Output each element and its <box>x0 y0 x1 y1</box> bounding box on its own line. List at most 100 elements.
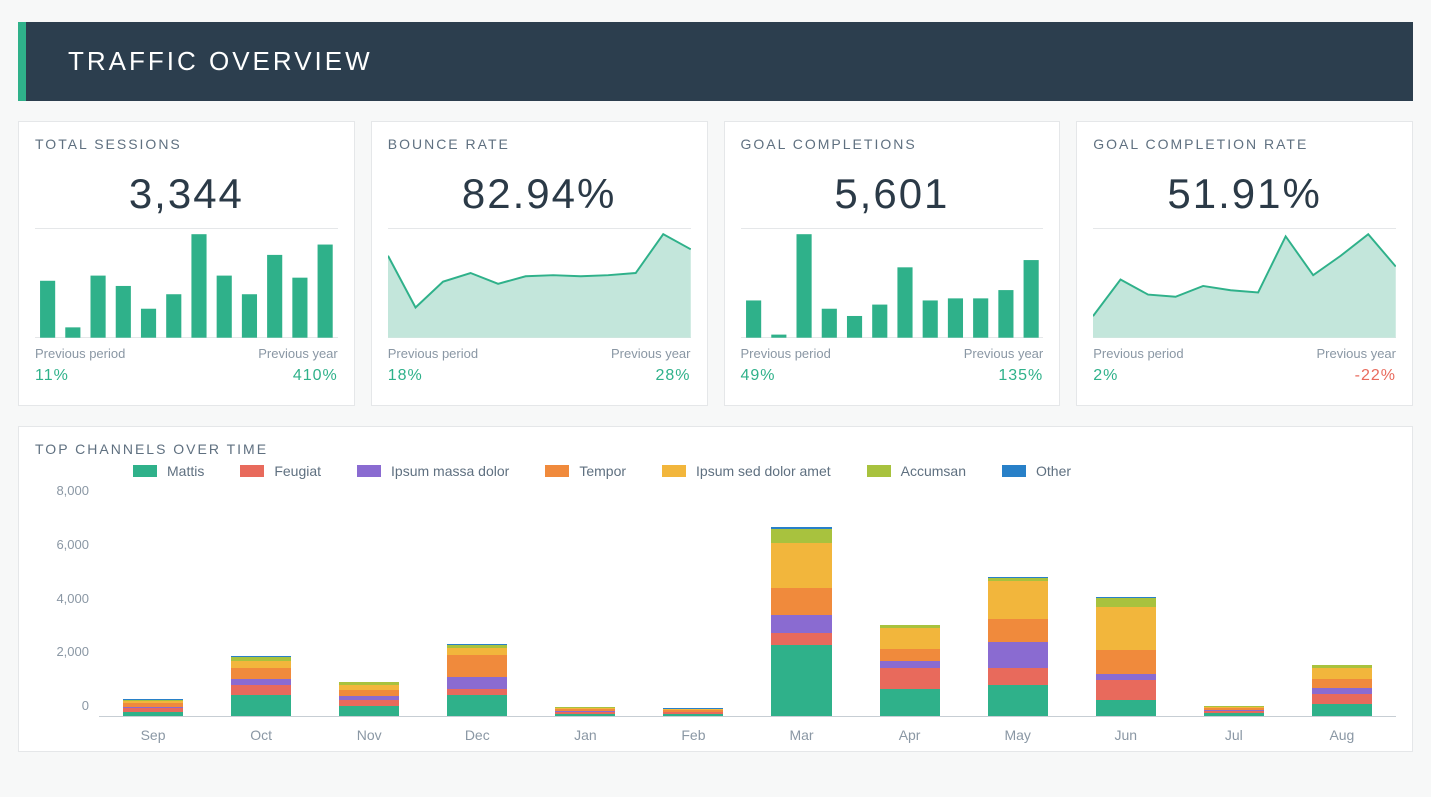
kpi-compare-row: Previous period2%Previous year-22% <box>1093 346 1396 385</box>
chart-bar-segment <box>555 714 615 716</box>
legend-label: Mattis <box>167 463 204 479</box>
legend-item[interactable]: Feugiat <box>240 463 321 479</box>
y-tick-label: 2,000 <box>35 644 89 659</box>
chart-bar-segment <box>231 668 291 678</box>
legend-item[interactable]: Mattis <box>133 463 204 479</box>
chart-bar-segment <box>663 714 723 716</box>
kpi-compare-row: Previous period49%Previous year135% <box>741 346 1044 385</box>
chart-bar-segment <box>1312 679 1372 688</box>
prev-year-value: 410% <box>258 367 337 385</box>
chart-bar-segment <box>447 677 507 689</box>
kpi-card: GOAL COMPLETIONS5,601Previous period49%P… <box>724 121 1061 406</box>
kpi-value: 51.91% <box>1093 170 1396 218</box>
chart-bar-segment <box>771 529 831 544</box>
kpi-title: TOTAL SESSIONS <box>35 136 338 152</box>
prev-year-value: 135% <box>964 367 1043 385</box>
legend-item[interactable]: Ipsum sed dolor amet <box>662 463 831 479</box>
chart-bar-segment <box>1312 694 1372 704</box>
prev-period-label: Previous period <box>741 346 831 361</box>
legend-label: Tempor <box>579 463 626 479</box>
chart-bar-segment <box>1096 598 1156 607</box>
prev-period-value: 11% <box>35 367 125 385</box>
kpi-card: TOTAL SESSIONS 3,344 Previous period11%Pre… <box>18 121 355 406</box>
x-tick-label: Dec <box>423 717 531 743</box>
kpi-card-row: TOTAL SESSIONS3,344Previous period11%Pre… <box>18 121 1413 406</box>
kpi-title: BOUNCE RATE <box>388 136 691 152</box>
legend-swatch <box>1002 465 1026 477</box>
legend-swatch <box>867 465 891 477</box>
chart-bar-segment <box>771 633 831 645</box>
chart-bar-segment <box>123 712 183 716</box>
chart-bar-segment <box>988 581 1048 620</box>
chart-bar-segment <box>1096 700 1156 716</box>
channels-panel: TOP CHANNELS OVER TIME Mattis Feugiat Ipsu… <box>18 426 1413 752</box>
prev-year-value: 28% <box>611 367 690 385</box>
chart-bar-segment <box>339 706 399 716</box>
legend-item[interactable]: Tempor <box>545 463 626 479</box>
chart-bar <box>315 479 423 716</box>
chart-bar <box>1288 479 1396 716</box>
x-tick-label: Sep <box>99 717 207 743</box>
x-tick-label: Nov <box>315 717 423 743</box>
legend-label: Ipsum massa dolor <box>391 463 509 479</box>
legend-item[interactable]: Other <box>1002 463 1071 479</box>
chart-bar-segment <box>447 655 507 677</box>
chart-bar-segment <box>771 588 831 615</box>
chart-bar <box>639 479 747 716</box>
prev-period-label: Previous period <box>1093 346 1183 361</box>
legend-item[interactable]: Ipsum massa dolor <box>357 463 509 479</box>
kpi-card: GOAL COMPLETION RATE51.91%Previous perio… <box>1076 121 1413 406</box>
chart-bar <box>856 479 964 716</box>
x-tick-label: Jan <box>531 717 639 743</box>
chart-bar <box>1180 479 1288 716</box>
chart-bar <box>99 479 207 716</box>
prev-year-label: Previous year <box>611 346 690 361</box>
kpi-title: GOAL COMPLETIONS <box>741 136 1044 152</box>
legend-label: Other <box>1036 463 1071 479</box>
chart-bar <box>747 479 855 716</box>
chart-bar-segment <box>231 695 291 716</box>
chart-bar-segment <box>231 685 291 695</box>
chart-bar-segment <box>880 668 940 689</box>
legend-label: Ipsum sed dolor amet <box>696 463 831 479</box>
legend-swatch <box>662 465 686 477</box>
chart-bar-segment <box>447 648 507 655</box>
chart-bar <box>423 479 531 716</box>
panel-title: TOP CHANNELS OVER TIME <box>35 441 1396 457</box>
stacked-bar-chart <box>99 479 1396 717</box>
legend-swatch <box>240 465 264 477</box>
chart-bar-segment <box>771 543 831 588</box>
kpi-compare-row: Previous period 18% Previous year 28% <box>388 346 691 385</box>
chart-bar-segment <box>771 645 831 716</box>
chart-bar-segment <box>880 628 940 649</box>
chart-bar-segment <box>1312 668 1372 678</box>
x-tick-label: Feb <box>639 717 747 743</box>
y-tick-label: 8,000 <box>35 483 89 498</box>
y-tick-label: 0 <box>35 698 89 713</box>
chart-bar-segment <box>231 661 291 668</box>
chart-bar-segment <box>880 661 940 668</box>
kpi-card: BOUNCE RATE82.94%Previous period18%Previ… <box>371 121 708 406</box>
chart-bar-segment <box>988 668 1048 684</box>
legend-swatch <box>545 465 569 477</box>
legend-label: Feugiat <box>274 463 321 479</box>
kpi-compare-row: Previous period11%Previous year410% <box>35 346 338 385</box>
prev-period-value: 49% <box>741 367 831 385</box>
page-title: TRAFFIC OVERVIEW <box>68 46 373 76</box>
prev-period-value: 18% <box>388 367 478 385</box>
y-tick-label: 6,000 <box>35 537 89 552</box>
x-axis: SepOctNovDecJanFebMarAprMayJunJulAug <box>99 717 1396 743</box>
kpi-sparkline <box>388 228 691 338</box>
chart-bar <box>964 479 1072 716</box>
prev-period-label: Previous period <box>388 346 478 361</box>
x-tick-label: Apr <box>856 717 964 743</box>
chart-bar-segment <box>880 649 940 661</box>
chart-bar-segment <box>1096 680 1156 699</box>
kpi-value: 3,344 <box>35 170 338 218</box>
y-tick-label: 4,000 <box>35 591 89 606</box>
prev-period-value: 2% <box>1093 367 1183 385</box>
x-tick-label: Jul <box>1180 717 1288 743</box>
legend-item[interactable]: Accumsan <box>867 463 966 479</box>
legend-swatch <box>357 465 381 477</box>
chart-bar-segment <box>1096 607 1156 650</box>
